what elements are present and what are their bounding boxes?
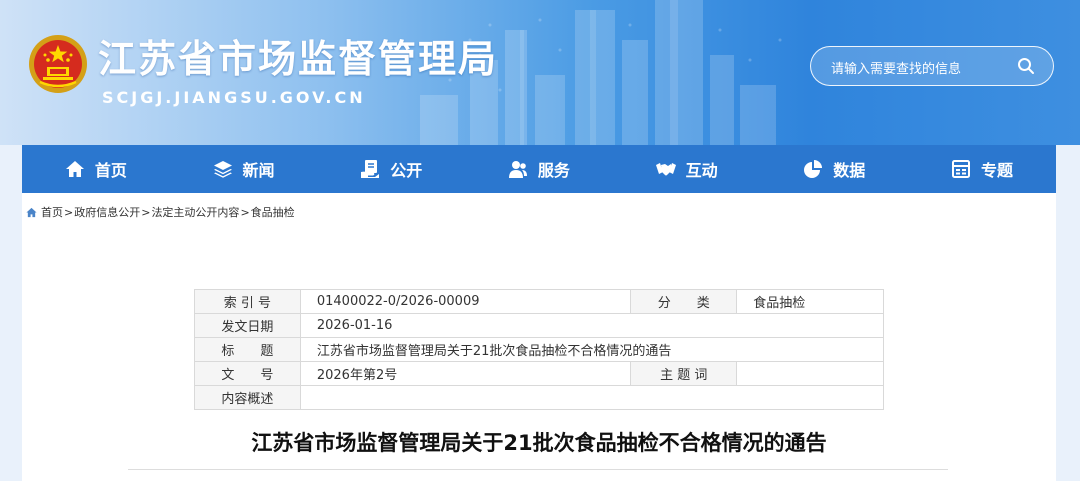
nav-item-topic[interactable]: 专题 (908, 145, 1056, 193)
breadcrumb-item-statutory[interactable]: 法定主动公开内容 (151, 204, 239, 220)
summary-value (299, 385, 885, 410)
layers-icon (213, 161, 232, 178)
category-value: 食品抽检 (736, 289, 884, 314)
date-value: 2026-01-16 (299, 313, 885, 338)
breadcrumb-separator: > (240, 205, 250, 219)
nav-item-news[interactable]: 新闻 (170, 145, 318, 193)
search-box[interactable]: 请输入需要查找的信息 (810, 46, 1054, 86)
docno-label: 文 号 (194, 361, 301, 386)
nav-label: 专题 (980, 161, 1013, 180)
table-row: 标 题 江苏省市场监督管理局关于21批次食品抽检不合格情况的通告 (194, 337, 885, 362)
breadcrumb-separator: > (141, 205, 151, 219)
document-hand-icon (361, 160, 380, 178)
nav-item-interact[interactable]: 互动 (613, 145, 761, 193)
date-label: 发文日期 (194, 313, 301, 338)
table-row: 索 引 号 01400022-0/2026-00009 分 类 食品抽检 (194, 289, 884, 314)
search-input[interactable]: 请输入需要查找的信息 (831, 58, 961, 77)
index-label: 索 引 号 (194, 289, 301, 314)
nav-label: 数据 (833, 161, 866, 180)
nav-label: 首页 (94, 161, 127, 180)
content-panel: 首页 > 政府信息公开 > 法定主动公开内容 > 食品抽检 索 引 号 0140… (22, 193, 1056, 481)
breadcrumb-item-gov-info[interactable]: 政府信息公开 (74, 204, 140, 220)
nav-label: 互动 (685, 161, 718, 180)
index-value: 01400022-0/2026-00009 (299, 289, 632, 314)
summary-label: 内容概述 (194, 385, 301, 410)
main-nav: 首页 新闻 公开 服务 互动 数据 专题 (22, 145, 1056, 193)
breadcrumb-item-food-inspection[interactable]: 食品抽检 (251, 204, 295, 220)
home-icon (26, 207, 37, 217)
title-label: 标 题 (194, 337, 301, 362)
breadcrumb-separator: > (64, 205, 74, 219)
nav-item-open[interactable]: 公开 (317, 145, 465, 193)
title-divider (128, 469, 948, 470)
nav-label: 服务 (537, 161, 570, 180)
nav-item-data[interactable]: 数据 (760, 145, 908, 193)
site-domain: SCJGJ.JIANGSU.GOV.CN (102, 88, 366, 107)
pie-chart-icon (804, 160, 823, 178)
table-row: 发文日期 2026-01-16 (194, 313, 885, 338)
breadcrumb: 首页 > 政府信息公开 > 法定主动公开内容 > 食品抽检 (26, 204, 295, 220)
handshake-icon (655, 163, 676, 176)
window-icon (951, 160, 970, 178)
site-title: 江苏省市场监督管理局 (98, 37, 499, 81)
nav-label: 新闻 (242, 161, 275, 180)
site-header: 江苏省市场监督管理局 SCJGJ.JIANGSU.GOV.CN 请输入需要查找的… (0, 0, 1080, 145)
keywords-label: 主 题 词 (630, 361, 738, 386)
national-emblem-icon (29, 35, 87, 93)
article-title: 江苏省市场监督管理局关于21批次食品抽检不合格情况的通告 (251, 431, 827, 455)
title-value: 江苏省市场监督管理局关于21批次食品抽检不合格情况的通告 (299, 337, 885, 362)
nav-item-service[interactable]: 服务 (465, 145, 613, 193)
search-icon[interactable] (1017, 57, 1035, 75)
table-row: 内容概述 (194, 385, 885, 410)
home-icon (65, 161, 84, 177)
category-label: 分 类 (630, 289, 738, 314)
table-row: 文 号 2026年第2号 主 题 词 (194, 361, 884, 386)
keywords-value (736, 361, 884, 386)
docno-value: 2026年第2号 (299, 361, 632, 386)
people-icon (508, 161, 527, 178)
nav-item-home[interactable]: 首页 (22, 145, 170, 193)
document-meta-table: 索 引 号 01400022-0/2026-00009 分 类 食品抽检 发文日… (194, 289, 885, 410)
breadcrumb-item-home[interactable]: 首页 (41, 204, 63, 220)
nav-label: 公开 (390, 161, 423, 180)
